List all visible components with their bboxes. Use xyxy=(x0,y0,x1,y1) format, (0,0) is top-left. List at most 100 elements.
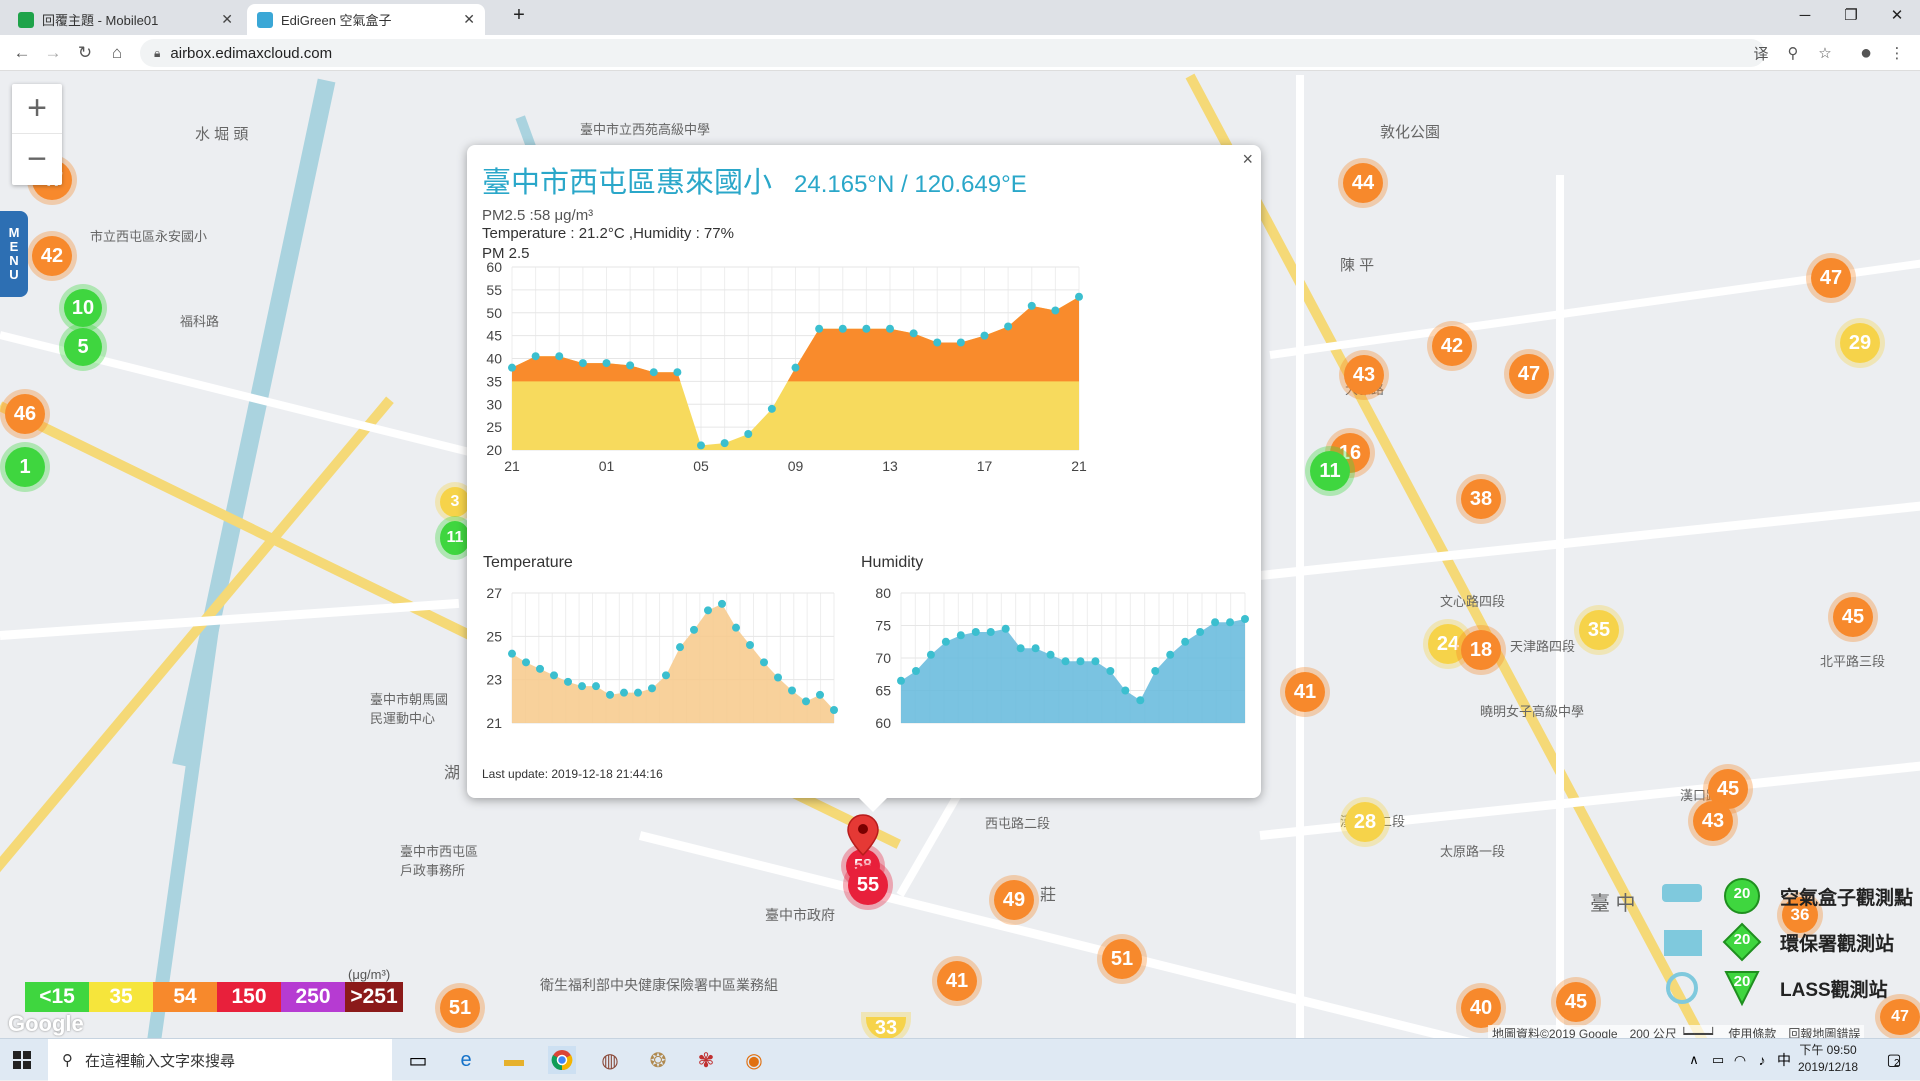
station-cluster[interactable]: 43 xyxy=(1693,801,1733,841)
zoom-out-button[interactable]: − xyxy=(12,134,62,184)
data-point xyxy=(1106,667,1115,675)
legend-item: >251 xyxy=(345,982,403,1012)
maximize-button[interactable]: ❐ xyxy=(1828,0,1874,30)
profile-icon[interactable]: ● xyxy=(1855,42,1877,64)
station-cluster[interactable]: 46 xyxy=(5,394,45,434)
data-point xyxy=(886,324,894,333)
station-cluster[interactable]: 33 xyxy=(866,1017,906,1038)
site-coords: 24.165°N / 120.649°E xyxy=(794,171,1027,198)
address-bar[interactable]: 🔒︎ airbox.edimaxcloud.com xyxy=(140,39,1765,67)
edge-browser-icon[interactable]: e xyxy=(452,1046,480,1074)
close-window-button[interactable]: ✕ xyxy=(1874,0,1920,30)
app-icon[interactable]: ◉ xyxy=(740,1046,768,1074)
y-tick-label: 35 xyxy=(486,373,502,389)
station-cluster[interactable]: 42 xyxy=(32,236,72,276)
station-cluster[interactable]: 41 xyxy=(937,961,977,1001)
tab-close-icon[interactable]: ✕ xyxy=(463,11,475,28)
minimize-button[interactable]: ─ xyxy=(1782,0,1828,30)
station-cluster[interactable]: 11 xyxy=(1310,451,1350,491)
reload-button[interactable]: ↻ xyxy=(73,41,97,65)
station-cluster[interactable]: 41 xyxy=(1285,672,1325,712)
app-icon[interactable]: ❂ xyxy=(644,1046,672,1074)
data-point xyxy=(746,641,754,649)
station-cluster[interactable]: 51 xyxy=(1102,939,1142,979)
browser-toolbar: ← → ↻ ⌂ 🔒︎ airbox.edimaxcloud.com 译 ⚲ ☆ … xyxy=(0,35,1920,71)
station-cluster[interactable]: 49 xyxy=(994,880,1034,920)
data-point xyxy=(536,664,544,673)
station-cluster[interactable]: 28 xyxy=(1345,802,1385,842)
data-point xyxy=(673,368,682,377)
task-view-icon[interactable]: ▭ xyxy=(404,1046,432,1074)
data-point xyxy=(1061,657,1070,666)
station-cluster[interactable]: 40 xyxy=(1461,988,1501,1028)
x-tick-label: 13 xyxy=(882,458,898,474)
legend-badge: 20 xyxy=(1733,931,1751,948)
data-point xyxy=(830,706,838,714)
popup-close-button[interactable]: × xyxy=(1242,149,1253,170)
translate-icon[interactable]: 译 xyxy=(1750,42,1772,64)
station-cluster[interactable]: 43 xyxy=(1344,355,1384,395)
forward-button[interactable]: → xyxy=(41,41,65,65)
station-cluster[interactable]: 3 xyxy=(440,487,470,517)
home-button[interactable]: ⌂ xyxy=(105,41,129,65)
map-canvas[interactable]: 水 堀 頭 市立西屯區永安國小 福科路 臺中市立西苑高級中學 敦化公園 陳 平 … xyxy=(0,71,1920,1038)
system-clock[interactable]: 下午 09:50 2019/12/18 xyxy=(1788,1042,1868,1076)
map-label: 水 堀 頭 xyxy=(195,126,249,143)
app-icon[interactable]: ◍ xyxy=(596,1046,624,1074)
data-point xyxy=(1226,618,1235,627)
tab-close-icon[interactable]: ✕ xyxy=(221,11,233,28)
x-tick-label: 09 xyxy=(788,458,804,474)
station-cluster[interactable]: 47 xyxy=(1509,354,1549,394)
station-cluster[interactable]: 51 xyxy=(440,988,480,1028)
data-point xyxy=(1136,696,1145,705)
app-icon[interactable]: ✾ xyxy=(692,1046,720,1074)
data-point xyxy=(1091,657,1100,666)
map-label: 市立西屯區永安國小 xyxy=(90,229,208,244)
map-attribution[interactable]: 地圖資料©2019 Google 200 公尺 ┕━━━┙ 使用條款 回報地圖錯… xyxy=(1488,1025,1865,1038)
zoom-in-button[interactable]: + xyxy=(12,84,62,134)
data-point xyxy=(564,677,572,686)
data-point xyxy=(718,599,726,608)
station-cluster[interactable]: 1 xyxy=(5,447,45,487)
chrome-menu-icon[interactable]: ⋮ xyxy=(1886,42,1908,64)
station-cluster[interactable]: 5 xyxy=(64,328,102,366)
data-point xyxy=(971,628,980,636)
station-cluster[interactable]: 29 xyxy=(1840,323,1880,363)
temp-humidity-reading: Temperature : 21.2°C ,Humidity : 77% xyxy=(482,225,734,242)
windows-start-icon[interactable] xyxy=(8,1046,36,1074)
file-explorer-icon[interactable]: ▬ xyxy=(500,1046,528,1074)
data-point xyxy=(620,688,628,697)
station-cluster[interactable]: 10 xyxy=(64,289,102,327)
bookmark-star-icon[interactable]: ☆ xyxy=(1814,42,1836,64)
chrome-icon[interactable] xyxy=(548,1046,576,1074)
tab-strip: 回覆主題 - Mobile01 ✕ EdiGreen 空氣盒子 ✕ + ─ ❐ … xyxy=(0,0,1920,35)
taskbar-search-box[interactable]: ⚲ 在這裡輸入文字來搜尋 xyxy=(48,1039,392,1081)
back-button[interactable]: ← xyxy=(10,41,34,65)
station-cluster[interactable]: 55 xyxy=(848,865,888,905)
data-point xyxy=(1241,615,1249,623)
station-cluster[interactable]: 47 xyxy=(1811,258,1851,298)
data-point xyxy=(1181,637,1190,646)
x-tick-label: 21 xyxy=(504,458,520,474)
data-point xyxy=(676,643,684,652)
notification-center-icon[interactable]: ▢ 2 xyxy=(1880,1046,1908,1074)
station-cluster[interactable]: 18 xyxy=(1461,630,1501,670)
tab-mobile01[interactable]: 回覆主題 - Mobile01 ✕ xyxy=(8,4,243,35)
menu-tab-button[interactable]: M E N U xyxy=(0,211,28,297)
tab-edigreen[interactable]: EdiGreen 空氣盒子 ✕ xyxy=(247,4,485,35)
station-cluster[interactable]: 38 xyxy=(1461,479,1501,519)
zoom-icon[interactable]: ⚲ xyxy=(1782,42,1804,64)
station-cluster[interactable]: 42 xyxy=(1432,326,1472,366)
station-cluster[interactable]: 35 xyxy=(1579,610,1619,650)
y-tick-label: 80 xyxy=(875,585,891,601)
station-cluster[interactable]: 45 xyxy=(1833,597,1873,637)
new-tab-button[interactable]: + xyxy=(496,0,542,30)
data-point xyxy=(791,363,800,372)
selected-location-pin-icon[interactable] xyxy=(846,813,880,857)
y-tick-label: 21 xyxy=(486,715,502,731)
station-cluster[interactable]: 44 xyxy=(1343,163,1383,203)
station-cluster[interactable]: 11 xyxy=(440,521,470,555)
data-point xyxy=(634,688,642,697)
data-point xyxy=(648,684,656,693)
station-cluster[interactable]: 45 xyxy=(1556,982,1596,1022)
